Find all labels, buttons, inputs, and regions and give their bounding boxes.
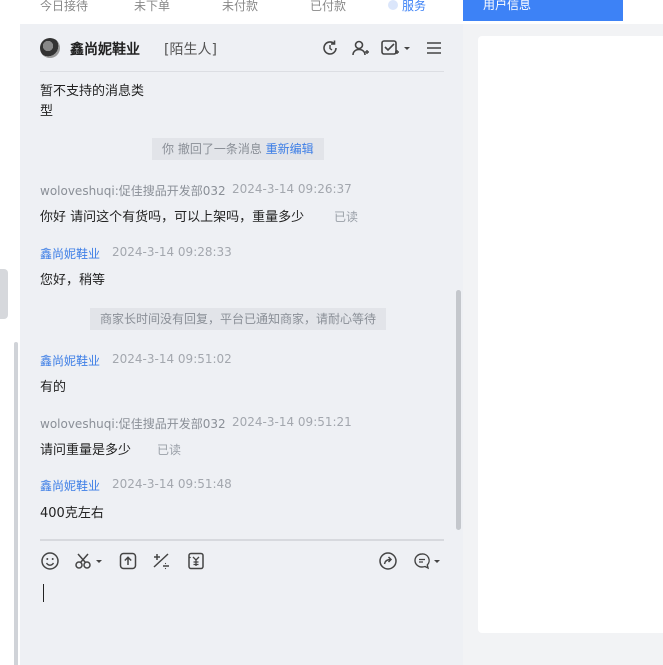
- collapse-handle[interactable]: [0, 269, 8, 319]
- checklist-icon[interactable]: [380, 38, 412, 58]
- tab-not-ordered[interactable]: 未下单: [134, 0, 170, 14]
- sender-name[interactable]: 鑫尚妮鞋业: [40, 245, 100, 262]
- message-time: 2024-3-14 09:28:33: [112, 245, 232, 259]
- scissors-icon[interactable]: [74, 551, 104, 571]
- calculator-icon[interactable]: [151, 551, 171, 571]
- message-text: 您好，稍等: [40, 273, 106, 288]
- tab-unpaid[interactable]: 未付款: [222, 0, 258, 14]
- user-info-card: [478, 36, 663, 633]
- message-time: 2024-3-14 09:51:21: [232, 415, 352, 429]
- chat-scrollbar[interactable]: [456, 290, 461, 530]
- tab-today-reception[interactable]: 今日接待: [40, 0, 88, 14]
- refresh-icon[interactable]: [320, 38, 340, 58]
- shop-name[interactable]: 鑫尚妮鞋业: [70, 39, 140, 59]
- tab-paid[interactable]: 已付款: [310, 0, 346, 14]
- tab-service[interactable]: 服务: [388, 0, 426, 14]
- user-icon[interactable]: [350, 38, 370, 58]
- sender-name: woloveshuqi:促佳搜品开发部032: [40, 417, 226, 431]
- quick-reply-icon[interactable]: [412, 551, 442, 571]
- user-info-panel: [463, 24, 663, 665]
- emoji-icon[interactable]: [40, 551, 60, 571]
- sender-name: woloveshuqi:促佳搜品开发部032: [40, 184, 226, 198]
- recall-text: 你 撤回了一条消息: [162, 142, 262, 156]
- system-notice: 商家长时间没有回复，平台已通知商家，请耐心等待: [90, 308, 387, 330]
- read-status: 已读: [157, 443, 182, 457]
- coupon-icon[interactable]: [186, 551, 206, 571]
- message-time: 2024-3-14 09:51:02: [112, 352, 232, 366]
- list-scrollbar[interactable]: [14, 342, 18, 665]
- stranger-tag: [陌生人]: [164, 42, 217, 58]
- sender-name[interactable]: 鑫尚妮鞋业: [40, 352, 100, 369]
- tab-service-label: 服务: [402, 0, 427, 13]
- chat-header: 鑫尚妮鞋业 [陌生人]: [40, 36, 444, 72]
- message-time: 2024-3-14 09:26:37: [232, 182, 352, 196]
- share-icon[interactable]: [378, 551, 398, 571]
- upload-icon[interactable]: [118, 551, 138, 571]
- message-text: 你好 请问这个有货吗，可以上架吗，重量多少: [40, 210, 305, 225]
- left-gutter: [0, 24, 20, 665]
- message-text: 型: [40, 104, 54, 119]
- avatar[interactable]: [40, 38, 60, 58]
- message-text: 请问重量是多少: [40, 443, 132, 458]
- message-input[interactable]: [43, 584, 44, 602]
- message-text: 400克左右: [40, 506, 104, 521]
- sender-name[interactable]: 鑫尚妮鞋业: [40, 477, 100, 494]
- tab-user-info[interactable]: 用户信息: [463, 0, 623, 21]
- recall-notice: 你 撤回了一条消息 重新编辑: [152, 138, 324, 160]
- chat-panel: 鑫尚妮鞋业 [陌生人] 暂不支持的消息类 型 你 撤回了一条消息 重新编辑 wo…: [20, 24, 463, 665]
- message-text: 暂不支持的消息类: [40, 84, 145, 99]
- menu-icon[interactable]: [424, 38, 444, 58]
- right-tab-strip: 用户信息: [463, 0, 663, 24]
- re-edit-link[interactable]: 重新编辑: [266, 142, 314, 156]
- read-status: 已读: [334, 210, 359, 224]
- composer-divider: [40, 539, 444, 541]
- top-tab-strip: 今日接待 未下单 未付款 已付款 服务: [0, 0, 463, 24]
- message-time: 2024-3-14 09:51:48: [112, 477, 232, 491]
- message-text: 有的: [40, 380, 67, 395]
